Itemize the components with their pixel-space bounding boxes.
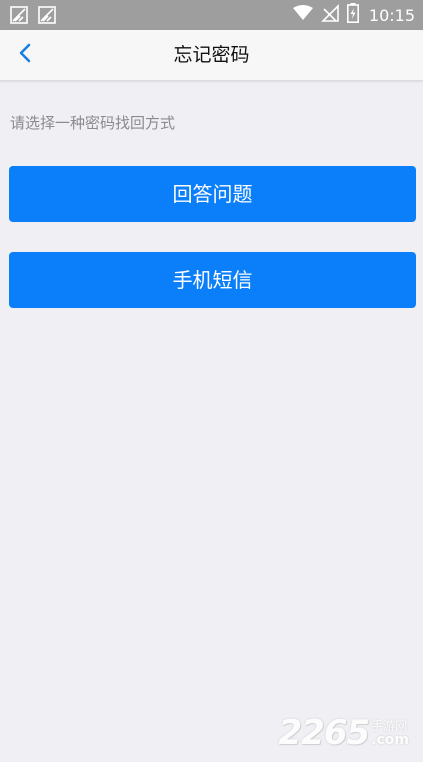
sms-button[interactable]: 手机短信	[9, 252, 416, 308]
notification-icon	[38, 6, 56, 24]
answer-question-button[interactable]: 回答问题	[9, 166, 416, 222]
page-title: 忘记密码	[173, 44, 250, 66]
watermark-side: 手游网 .com	[371, 719, 409, 747]
nav-bar: 忘记密码	[0, 30, 423, 81]
site-watermark: 2265 手游网 .com	[279, 716, 409, 750]
wifi-icon	[292, 5, 313, 25]
status-bar: 10:15	[0, 0, 423, 30]
status-right-group: 10:15	[292, 0, 415, 30]
watermark-domain: .com	[371, 732, 409, 748]
recovery-hint-text: 请选择一种密码找回方式	[10, 114, 176, 132]
notification-icon	[10, 6, 28, 24]
status-time: 10:15	[368, 5, 415, 25]
battery-charging-icon	[346, 3, 359, 27]
watermark-number: 2265	[278, 713, 371, 753]
watermark-site-name: 手游网	[371, 719, 408, 733]
signal-off-icon	[320, 4, 339, 26]
